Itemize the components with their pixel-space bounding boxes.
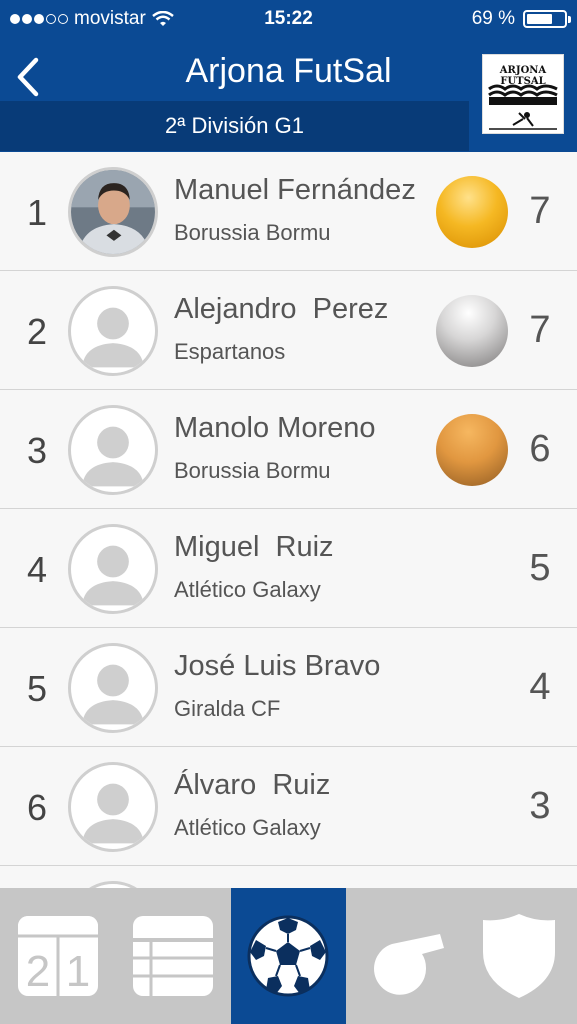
team-logo[interactable]: ARJONA FUTSAL [482, 54, 564, 134]
rank-number: 1 [26, 192, 48, 233]
player-name: Miguel Ruiz [174, 531, 334, 563]
svg-text:2: 2 [25, 947, 49, 996]
goals-count: 7 [529, 309, 551, 351]
scoreboard-icon: 2 1 [17, 916, 98, 996]
tab-teams[interactable] [462, 888, 577, 1024]
rank-number: 5 [26, 668, 48, 709]
tab-bar: 2 1 [0, 888, 577, 1024]
scorers-list: 1 Manuel Fernández Borussia Bormu 7 2 Al… [0, 152, 577, 971]
goals-count: 4 [529, 666, 551, 708]
svg-text:1: 1 [65, 947, 89, 996]
silver-medal-icon [436, 295, 508, 367]
list-item[interactable]: 3 Manolo Moreno Borussia Bormu 6 [0, 390, 577, 509]
bronze-medal-icon [436, 414, 508, 486]
status-bar: movistar 15:22 69 % [0, 0, 577, 38]
player-team: Borussia Bormu [174, 220, 331, 245]
battery-fill [527, 14, 552, 24]
rank-number: 4 [26, 549, 48, 590]
player-team: Atlético Galaxy [174, 577, 321, 602]
player-photo [68, 167, 158, 257]
list-item[interactable]: 6 Álvaro Ruiz Atlético Galaxy 3 [0, 747, 577, 866]
battery-percent: 69 % [471, 8, 515, 29]
player-team: Giralda CF [174, 696, 281, 721]
table-icon [133, 916, 214, 996]
list-item[interactable]: 4 Miguel Ruiz Atlético Galaxy 5 [0, 509, 577, 628]
list-item[interactable]: 2 Alejandro Perez Espartanos 7 [0, 271, 577, 390]
avatar-placeholder-icon [68, 762, 158, 852]
player-name: Manolo Moreno [174, 412, 376, 444]
battery-icon [523, 10, 571, 28]
rank-number: 3 [26, 430, 48, 471]
division-label: 2ª División G1 [0, 101, 469, 151]
list-item[interactable]: 5 José Luis Bravo Giralda CF 4 [0, 628, 577, 747]
logo-graphic [488, 84, 558, 130]
shield-icon [483, 914, 556, 998]
status-right: 69 % [471, 8, 571, 30]
header: movistar 15:22 69 % Arjona FutSal ARJONA… [0, 0, 577, 152]
player-team: Espartanos [174, 339, 286, 364]
gold-medal-icon [436, 176, 508, 248]
avatar-placeholder-icon [68, 405, 158, 495]
goals-count: 6 [529, 428, 551, 470]
avatar-placeholder-icon [68, 524, 158, 614]
player-name: Álvaro Ruiz [174, 769, 331, 801]
goals-count: 5 [529, 547, 551, 589]
tab-standings[interactable] [115, 888, 230, 1024]
soccer-ball-icon [247, 915, 329, 997]
player-team: Atlético Galaxy [174, 815, 321, 840]
list-item[interactable]: 1 Manuel Fernández Borussia Bormu 7 [0, 152, 577, 271]
goals-count: 3 [529, 785, 551, 827]
tab-scorers[interactable] [230, 888, 347, 1024]
player-team: Borussia Bormu [174, 458, 331, 483]
player-name: Alejandro Perez [174, 293, 389, 325]
player-name: José Luis Bravo [174, 650, 381, 682]
avatar-placeholder-icon [68, 286, 158, 376]
rank-number: 6 [26, 787, 48, 828]
rank-number: 2 [26, 311, 48, 352]
player-name: Manuel Fernández [174, 174, 416, 206]
tab-results[interactable]: 2 1 [0, 888, 115, 1024]
goals-count: 7 [529, 190, 551, 232]
avatar-placeholder-icon [68, 643, 158, 733]
tab-referees[interactable] [346, 888, 461, 1024]
whistle-icon [373, 934, 444, 995]
